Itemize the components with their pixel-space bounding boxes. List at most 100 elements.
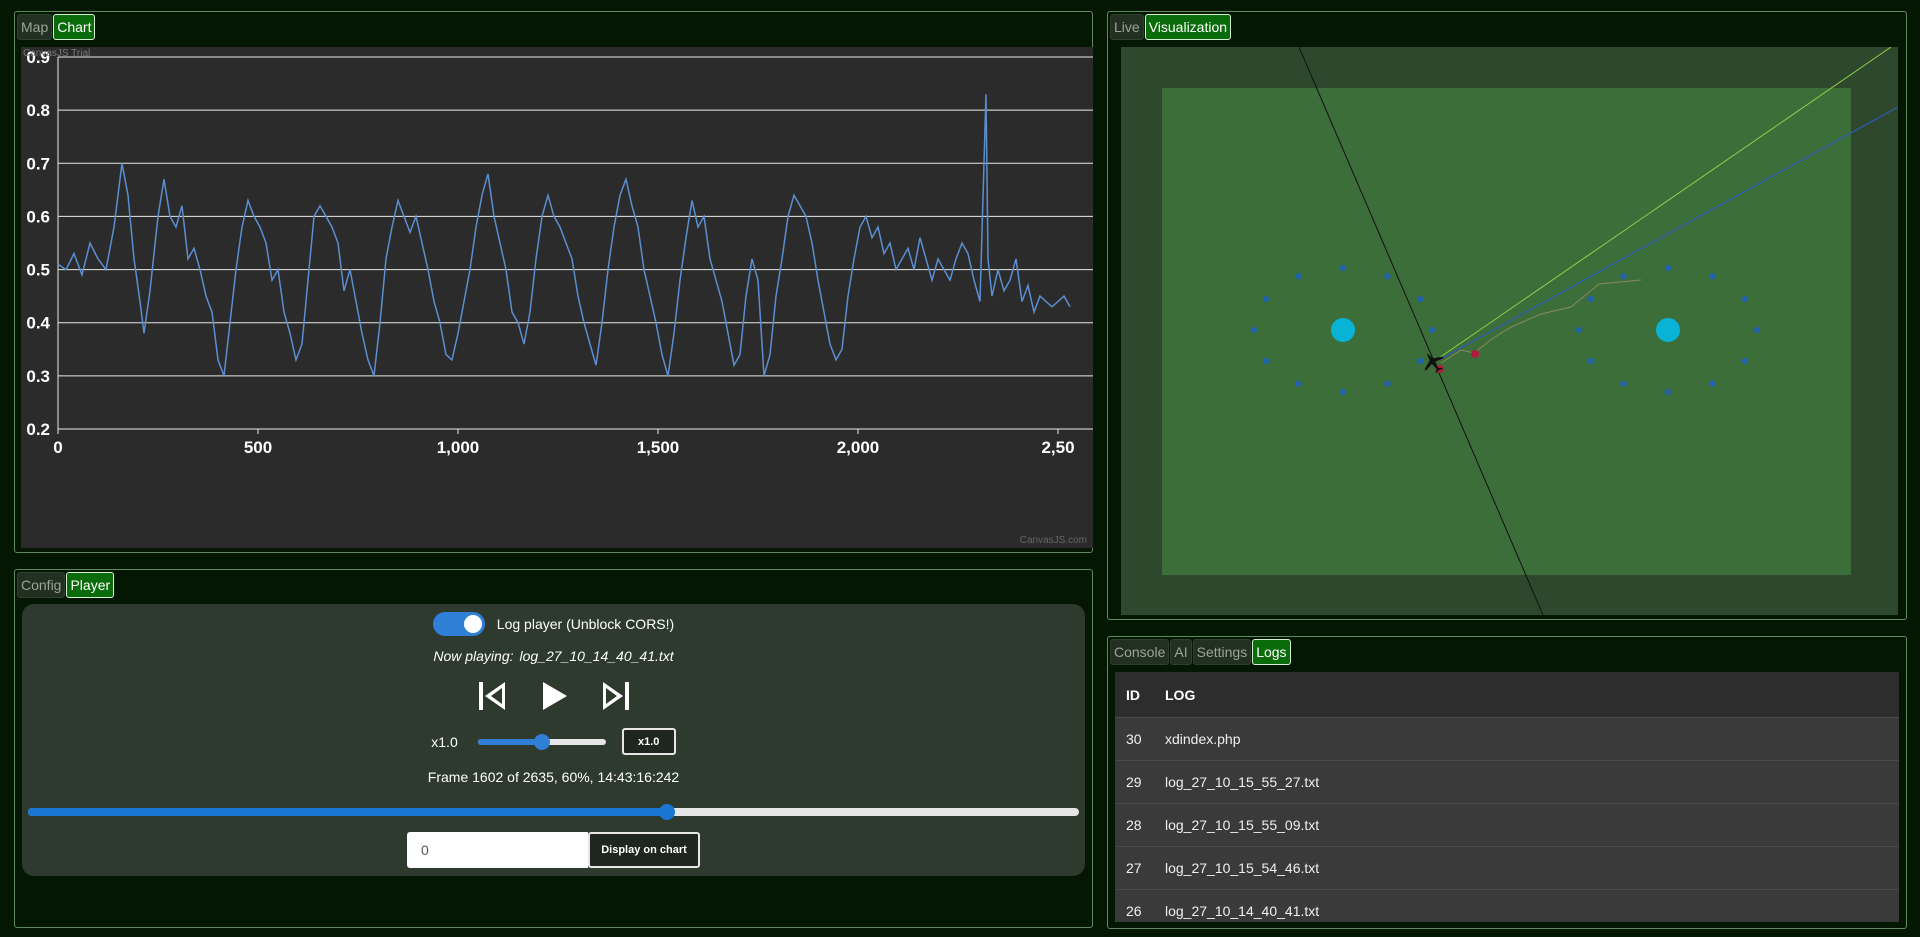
log-name[interactable]: log_27_10_15_55_09.txt [1165, 817, 1899, 833]
now-playing-label: Now playing: [433, 648, 514, 664]
frame-number-input[interactable] [407, 832, 588, 868]
course-marker [1587, 357, 1595, 365]
now-playing-file: log_27_10_14_40_41.txt [519, 648, 674, 664]
speed-slider-thumb[interactable] [533, 733, 550, 750]
y-tick-label: 0.6 [26, 207, 50, 226]
table-row[interactable]: 27 log_27_10_15_54_46.txt [1115, 847, 1899, 890]
skip-next-button[interactable] [596, 676, 636, 716]
tab-logs[interactable]: Logs [1252, 639, 1291, 665]
tab-config[interactable]: Config [17, 572, 66, 598]
skip-next-icon [602, 682, 629, 710]
course-marker [1575, 326, 1583, 334]
speed-slider[interactable] [477, 733, 606, 750]
logs-table: ID LOG 30 xdindex.php 29 log_27_10_15_55… [1115, 672, 1899, 922]
course-marker [1709, 273, 1716, 280]
log-name[interactable]: xdindex.php [1165, 731, 1899, 747]
logs-panel: Console AI Settings Logs ID LOG 30 xdind… [1107, 636, 1907, 929]
course-marker [1262, 295, 1270, 303]
column-log-header: LOG [1165, 686, 1196, 703]
tab-live[interactable]: Live [1110, 14, 1144, 40]
log-id: 30 [1126, 731, 1142, 747]
course-marker [1753, 326, 1761, 334]
tab-map[interactable]: Map [17, 14, 53, 40]
course-marker [1664, 388, 1672, 396]
play-button[interactable] [534, 676, 574, 716]
log-id: 28 [1126, 817, 1142, 833]
play-icon [542, 682, 567, 710]
field-visualization [1162, 47, 1898, 615]
chart-tabs: Map Chart [17, 14, 96, 40]
column-id-header: ID [1126, 686, 1140, 703]
visualization-panel: Live Visualization [1107, 11, 1907, 620]
chart-area[interactable]: CanvasJS Trial 0.9 0.8 0.7 0.6 0.5 0.4 0.3 0.2 0… [21, 47, 1093, 548]
course-marker [1384, 273, 1391, 280]
course-marker [1428, 326, 1436, 334]
pylon-right [1656, 318, 1680, 342]
tab-console[interactable]: Console [1110, 639, 1170, 665]
player-panel: Config Player Log player (Unblock CORS!)… [14, 569, 1093, 928]
line-chart: 0.90.80.70.60.50.40.30.20 500 1,000 1,500 2,… [26, 48, 1093, 457]
table-row[interactable]: 30 xdindex.php [1115, 718, 1899, 761]
chart-panel: Map Chart CanvasJS Trial 0.9 0.8 0.7 0.6 0.5… [14, 11, 1093, 553]
speed-reset-button[interactable]: x1.0 [621, 728, 676, 755]
course-marker [1416, 295, 1424, 303]
table-row[interactable]: 28 log_27_10_15_55_09.txt [1115, 804, 1899, 847]
pylon-left [1331, 318, 1355, 342]
table-row[interactable]: 29 log_27_10_15_55_27.txt [1115, 761, 1899, 804]
log-id: 27 [1126, 860, 1142, 876]
y-tick-label: 0.3 [26, 367, 50, 386]
tab-visualization[interactable]: Visualization [1144, 14, 1232, 40]
course-marker [1620, 380, 1627, 387]
course-marker [1709, 380, 1716, 387]
tab-settings[interactable]: Settings [1192, 639, 1252, 665]
frame-slider[interactable] [28, 804, 1079, 820]
log-name[interactable]: log_27_10_14_40_41.txt [1165, 903, 1899, 919]
x-tick-label: 2,50 [1041, 438, 1074, 457]
course-marker [1295, 273, 1302, 280]
player-card: Log player (Unblock CORS!) Now playing: l… [22, 604, 1085, 876]
display-on-chart-button[interactable]: Display on chart [588, 832, 700, 868]
course-marker [1384, 380, 1391, 387]
speed-row: x1.0 x1.0 [22, 728, 1085, 755]
course-marker [1262, 357, 1270, 365]
x-tick-label: 1,000 [437, 438, 480, 457]
y-tick-label: 0.2 [26, 420, 50, 439]
x-tick-label: 2,000 [837, 438, 880, 457]
y-tick-label: 0.8 [26, 101, 50, 120]
x-tick-label: 500 [244, 438, 272, 457]
visualization-tabs: Live Visualization [1110, 14, 1232, 40]
frame-slider-thumb[interactable] [659, 804, 675, 820]
tab-ai[interactable]: AI [1170, 639, 1192, 665]
tab-player[interactable]: Player [66, 572, 115, 598]
course-marker [1250, 326, 1258, 334]
skip-previous-icon [478, 682, 505, 710]
course-marker [1664, 264, 1672, 272]
table-row[interactable]: 26 log_27_10_14_40_41.txt [1115, 890, 1899, 922]
log-player-toggle[interactable] [432, 612, 485, 636]
y-tick-label: 0.5 [26, 261, 50, 280]
log-name[interactable]: log_27_10_15_54_46.txt [1165, 860, 1899, 876]
course-marker [1339, 264, 1347, 272]
logs-table-header: ID LOG [1115, 672, 1899, 718]
frame-status: Frame 1602 of 2635, 60%, 14:43:16:242 [427, 769, 680, 785]
log-name[interactable]: log_27_10_15_55_27.txt [1165, 774, 1899, 790]
course-marker [1741, 295, 1749, 303]
skip-previous-button[interactable] [472, 676, 512, 716]
frame-slider-fill [28, 808, 667, 816]
tab-chart[interactable]: Chart [53, 14, 96, 40]
log-id: 29 [1126, 774, 1142, 790]
log-id: 26 [1126, 903, 1142, 919]
player-tabs: Config Player [17, 572, 115, 598]
course-marker [1741, 357, 1749, 365]
speed-slider-fill [477, 738, 542, 745]
course-marker [1295, 380, 1302, 387]
log-player-toggle-row: Log player (Unblock CORS!) [22, 612, 1085, 636]
chart-credit: CanvasJS.com [1019, 535, 1087, 546]
now-playing: Now playing: log_27_10_14_40_41.txt [22, 648, 1085, 664]
display-row: Display on chart [22, 832, 1085, 868]
logs-tabs: Console AI Settings Logs [1110, 639, 1291, 665]
series-line [57, 94, 1071, 377]
course-marker [1587, 295, 1595, 303]
visualization-area[interactable] [1121, 47, 1898, 615]
course-marker [1339, 388, 1347, 396]
